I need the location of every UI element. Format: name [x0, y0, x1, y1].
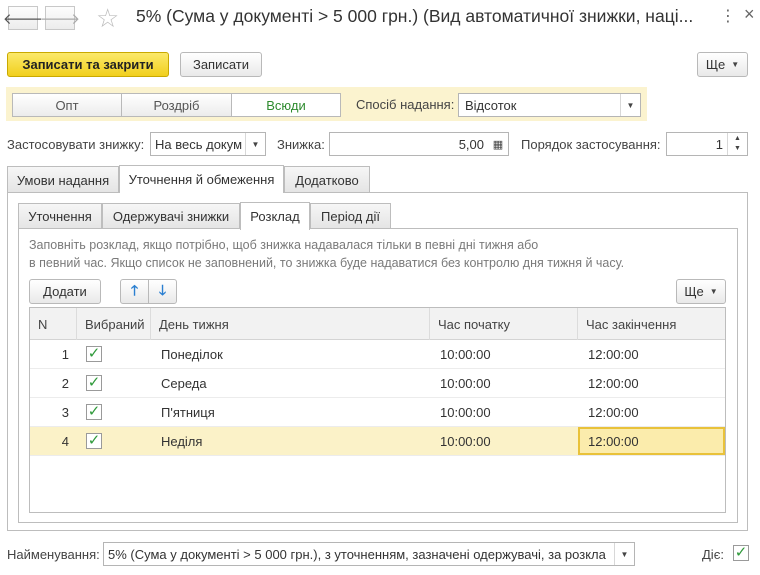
hint-line-1: Заповніть розклад, якщо потрібно, щоб зн…: [29, 238, 539, 252]
checkmark-icon[interactable]: ✓: [86, 404, 102, 420]
spin-down-icon[interactable]: ▼: [734, 144, 741, 154]
active-checkbox[interactable]: ✓: [733, 545, 749, 561]
apply-label: Застосовувати знижку:: [7, 137, 145, 152]
chevron-down-icon[interactable]: ▼: [614, 543, 634, 565]
subtab-refinements[interactable]: Уточнення: [18, 203, 102, 229]
name-label: Найменування:: [7, 547, 100, 562]
more-menu-icon[interactable]: ⋮: [720, 6, 736, 26]
cell-start: 10:00:00: [440, 404, 491, 420]
back-button[interactable]: 🡐: [3, 6, 43, 30]
checkmark-icon[interactable]: ✓: [86, 375, 102, 391]
move-up-button[interactable]: 🡑: [120, 279, 149, 304]
window-title: 5% (Сума у документі > 5 000 грн.) (Вид …: [136, 6, 694, 26]
col-day[interactable]: День тижня: [151, 308, 430, 340]
name-input[interactable]: 5% (Сума у документі > 5 000 грн.), з ут…: [103, 542, 635, 566]
checkmark-icon[interactable]: ✓: [733, 545, 749, 561]
col-start[interactable]: Час початку: [430, 308, 578, 340]
cell-start: 10:00:00: [440, 375, 491, 391]
cell-end: 12:00:00: [588, 346, 639, 362]
cell-selected[interactable]: ✓: [86, 369, 126, 397]
order-label: Порядок застосування:: [521, 137, 661, 152]
cell-selected[interactable]: ✓: [86, 398, 126, 426]
more-button[interactable]: Ще ▼: [697, 52, 748, 77]
tab-conditions[interactable]: Умови надання: [7, 166, 119, 193]
active-label: Діє:: [702, 547, 724, 562]
col-selected[interactable]: Вибраний: [77, 308, 151, 340]
table-more-button[interactable]: Ще ▼: [676, 279, 726, 304]
chevron-down-icon[interactable]: ▼: [620, 94, 640, 116]
discount-input[interactable]: 5,00 ▦: [329, 132, 509, 156]
spinner[interactable]: ▲ ▼: [727, 133, 747, 155]
save-button[interactable]: Записати: [180, 52, 262, 77]
subtab-recipients[interactable]: Одержувачі знижки: [102, 203, 240, 229]
cell-n: 3: [61, 404, 69, 420]
cell-n: 4: [61, 433, 69, 449]
tab-refinements[interactable]: Уточнення й обмеження: [119, 165, 284, 193]
cell-day: Неділя: [161, 433, 203, 449]
checkmark-icon[interactable]: ✓: [86, 346, 102, 362]
move-down-button[interactable]: 🡓: [148, 279, 177, 304]
subtab-schedule[interactable]: Розклад: [240, 202, 310, 230]
cell-selected[interactable]: ✓: [86, 340, 126, 368]
forward-arrow-icon: 🡒: [39, 10, 81, 28]
order-input[interactable]: 1 ▲ ▼: [666, 132, 748, 156]
calculator-icon[interactable]: ▦: [488, 133, 508, 155]
chevron-down-icon: ▼: [731, 60, 740, 69]
arrow-up-icon: 🡑: [130, 281, 139, 298]
cell-end: 12:00:00: [588, 375, 639, 391]
cell-start: 10:00:00: [440, 433, 491, 449]
checkmark-icon[interactable]: ✓: [86, 433, 102, 449]
subtab-period[interactable]: Період дії: [310, 203, 391, 229]
schedule-table[interactable]: N Вибраний День тижня Час початку Час за…: [29, 307, 726, 513]
add-button[interactable]: Додати: [29, 279, 101, 304]
hint-line-2: в певний час. Якщо список не заповнений,…: [29, 256, 625, 270]
tab-additional[interactable]: Додатково: [284, 166, 370, 193]
cell-start: 10:00:00: [440, 346, 491, 362]
back-arrow-icon: 🡐: [2, 10, 44, 28]
table-header: N Вибраний День тижня Час початку Час за…: [30, 308, 725, 340]
scope-option-all[interactable]: Всюди: [231, 93, 341, 117]
col-end[interactable]: Час закінчення: [578, 308, 725, 340]
method-select[interactable]: Відсоток ▼: [458, 93, 641, 117]
table-row[interactable]: 1 ✓ Понеділок 10:00:00 12:00:00: [30, 340, 725, 369]
cell-n: 1: [61, 346, 69, 362]
discount-label: Знижка:: [277, 137, 325, 152]
apply-select[interactable]: На весь докум ▼: [150, 132, 266, 156]
table-row-selected[interactable]: 4 ✓ Неділя 10:00:00 12:00:00: [30, 427, 725, 456]
cell-end-focused[interactable]: 12:00:00: [578, 427, 725, 455]
star-icon[interactable]: ☆: [96, 3, 119, 33]
chevron-down-icon[interactable]: ▼: [245, 133, 265, 155]
cell-day: Середа: [161, 375, 207, 391]
close-icon[interactable]: ×: [744, 4, 755, 25]
arrow-down-icon: 🡓: [158, 281, 167, 298]
cell-selected[interactable]: ✓: [86, 427, 126, 455]
scope-option-retail[interactable]: Роздріб: [121, 93, 232, 117]
cell-day: Понеділок: [161, 346, 223, 362]
cell-n: 2: [61, 375, 69, 391]
method-label: Спосіб надання:: [356, 97, 455, 112]
spin-up-icon[interactable]: ▲: [734, 134, 741, 144]
forward-button[interactable]: 🡒: [40, 6, 80, 30]
save-close-button[interactable]: Записати та закрити: [7, 52, 169, 77]
col-n[interactable]: N: [30, 308, 77, 340]
scope-option-wholesale[interactable]: Опт: [12, 93, 122, 117]
chevron-down-icon: ▼: [709, 287, 718, 296]
cell-end: 12:00:00: [588, 404, 639, 420]
table-row[interactable]: 3 ✓ П'ятниця 10:00:00 12:00:00: [30, 398, 725, 427]
table-row[interactable]: 2 ✓ Середа 10:00:00 12:00:00: [30, 369, 725, 398]
cell-day: П'ятниця: [161, 404, 215, 420]
